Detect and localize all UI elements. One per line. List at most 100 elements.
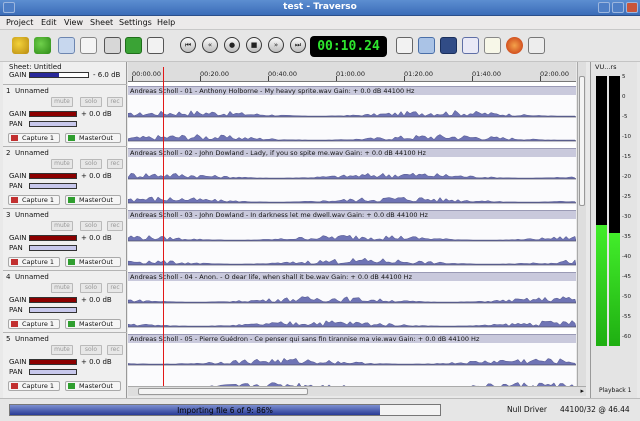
input-route-button[interactable]: Capture 1 [8, 133, 60, 143]
pan-slider[interactable] [29, 245, 77, 251]
driver-label[interactable]: Null Driver [507, 405, 547, 414]
audio-clip[interactable]: Andreas Scholl - 01 - Anthony Holborne -… [128, 86, 576, 144]
solo-button[interactable]: solo [80, 97, 102, 107]
input-route-button[interactable]: Capture 1 [8, 319, 60, 329]
mute-button[interactable]: mute [51, 283, 73, 293]
audio-clip[interactable]: Andreas Scholl - 03 - John Dowland - In … [128, 210, 576, 268]
mute-button[interactable]: mute [51, 159, 73, 169]
output-route-label: MasterOut [79, 134, 113, 142]
horizontal-scroll-thumb[interactable] [138, 388, 308, 395]
input-route-button[interactable]: Capture 1 [8, 195, 60, 205]
solo-button[interactable]: solo [80, 221, 102, 231]
window-menu-button[interactable] [3, 2, 15, 13]
menu-view[interactable]: View [64, 18, 83, 27]
output-icon [68, 135, 75, 141]
clip-title: Andreas Scholl - 03 - John Dowland - In … [128, 211, 576, 219]
audio-clip[interactable]: Andreas Scholl - 05 - Pierre Guédron - C… [128, 334, 576, 386]
vu-meter-panel: VU...rs 5 0 -5 -10 -15 -20 -25 -30 -35 -40 -45 -50 -… [590, 62, 637, 398]
pan-slider[interactable] [29, 121, 77, 127]
rec-button[interactable]: rec [107, 283, 123, 293]
export-icon[interactable] [528, 37, 545, 54]
track-name[interactable]: Unnamed [15, 273, 49, 281]
output-route-button[interactable]: MasterOut [65, 195, 121, 205]
track-name[interactable]: Unnamed [15, 335, 49, 343]
pan-slider[interactable] [29, 369, 77, 375]
vertical-scrollbar[interactable] [577, 62, 586, 386]
output-route-button[interactable]: MasterOut [65, 257, 121, 267]
window-icon[interactable] [462, 37, 479, 54]
gain-slider[interactable] [29, 235, 77, 241]
solo-button[interactable]: solo [80, 159, 102, 169]
sheet-gain-slider[interactable] [29, 72, 89, 78]
tracks-area[interactable]: Andreas Scholl - 01 - Anthony Holborne -… [128, 82, 576, 386]
menu-project[interactable]: Project [6, 18, 33, 27]
track-name[interactable]: Unnamed [15, 87, 49, 95]
rec-button[interactable]: rec [107, 345, 123, 355]
pan-label: PAN [9, 120, 23, 128]
import-icon[interactable] [58, 37, 75, 54]
record-icon[interactable] [506, 37, 523, 54]
track-name[interactable]: Unnamed [15, 211, 49, 219]
track-name[interactable]: Unnamed [15, 149, 49, 157]
menu-help[interactable]: Help [157, 18, 175, 27]
edit-icon[interactable] [484, 37, 501, 54]
output-route-label: MasterOut [79, 382, 113, 390]
scroll-right-icon[interactable]: ▸ [580, 387, 584, 395]
rec-button[interactable]: rec [107, 221, 123, 231]
print-icon[interactable] [418, 37, 435, 54]
stop-icon[interactable]: ● [224, 37, 240, 53]
input-icon [11, 197, 18, 203]
snap-icon[interactable] [104, 37, 121, 54]
timeline-ruler[interactable]: 00:00.00 00:20.00 00:40.00 01:00.00 01:20.00… [128, 62, 576, 82]
vu-scale-label: -20 [622, 174, 631, 180]
mute-button[interactable]: mute [51, 97, 73, 107]
new-icon[interactable] [396, 37, 413, 54]
menu-settings[interactable]: Settings [119, 18, 152, 27]
output-route-button[interactable]: MasterOut [65, 319, 121, 329]
rewind-icon[interactable]: « [202, 37, 218, 53]
mute-button[interactable]: mute [51, 221, 73, 231]
menu-edit[interactable]: Edit [41, 18, 57, 27]
vu-scale-label: -35 [622, 234, 631, 240]
copy-icon[interactable] [80, 37, 97, 54]
rec-button[interactable]: rec [107, 159, 123, 169]
menu-sheet[interactable]: Sheet [90, 18, 113, 27]
gain-slider[interactable] [29, 173, 77, 179]
play-icon[interactable]: ■ [246, 37, 262, 53]
view-mode-icon[interactable] [147, 37, 164, 54]
follow-icon[interactable] [125, 37, 142, 54]
vertical-scroll-thumb[interactable] [579, 76, 585, 206]
playhead[interactable] [163, 67, 164, 387]
gain-label: GAIN [9, 296, 27, 304]
mute-button[interactable]: mute [51, 345, 73, 355]
input-route-button[interactable]: Capture 1 [8, 257, 60, 267]
close-button[interactable] [626, 2, 638, 13]
gain-slider[interactable] [29, 297, 77, 303]
horizontal-scrollbar[interactable]: ▸ [128, 386, 586, 396]
input-route-button[interactable]: Capture 1 [8, 381, 60, 391]
toolbar: ⏮ « ● ■ » ⏭ 00:10.24 [0, 30, 640, 62]
gain-slider[interactable] [29, 111, 77, 117]
skip-to-end-icon[interactable]: ⏭ [290, 37, 306, 53]
vu-meter-right [609, 76, 620, 346]
redo-icon[interactable] [34, 37, 51, 54]
pan-slider[interactable] [29, 183, 77, 189]
undo-icon[interactable] [12, 37, 29, 54]
save-icon[interactable] [440, 37, 457, 54]
output-route-button[interactable]: MasterOut [65, 133, 121, 143]
rec-button[interactable]: rec [107, 97, 123, 107]
fast-forward-icon[interactable]: » [268, 37, 284, 53]
audio-clip[interactable]: Andreas Scholl - 02 - John Dowland - Lad… [128, 148, 576, 206]
pan-slider[interactable] [29, 307, 77, 313]
output-route-button[interactable]: MasterOut [65, 381, 121, 391]
audio-clip[interactable]: Andreas Scholl - 04 - Anon. - O dear lif… [128, 272, 576, 330]
skip-to-start-icon[interactable]: ⏮ [180, 37, 196, 53]
maximize-button[interactable] [612, 2, 624, 13]
solo-button[interactable]: solo [80, 283, 102, 293]
solo-button[interactable]: solo [80, 345, 102, 355]
sheet-label: Sheet: Untitled [9, 63, 62, 71]
gain-slider[interactable] [29, 359, 77, 365]
minimize-button[interactable] [598, 2, 610, 13]
vu-scale-label: -40 [622, 254, 631, 260]
menu-bar: Project Edit View Sheet Settings Help [0, 16, 640, 30]
